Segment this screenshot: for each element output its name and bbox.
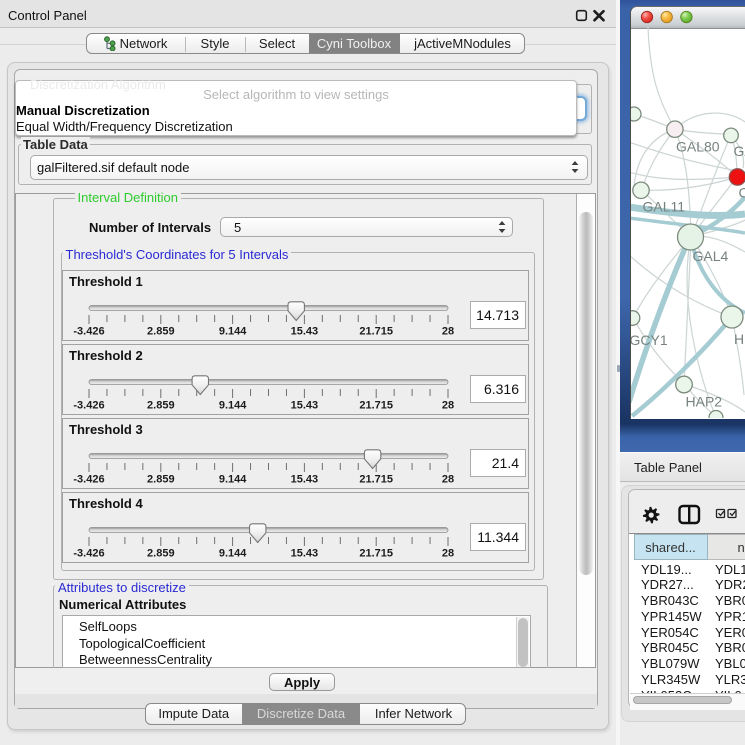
svg-text:2.859: 2.859	[147, 326, 175, 338]
svg-text:28: 28	[442, 474, 454, 486]
svg-text:GAL11: GAL11	[643, 199, 686, 215]
svg-text:28: 28	[442, 548, 454, 560]
svg-text:9.144: 9.144	[219, 474, 247, 486]
svg-text:GAL80: GAL80	[676, 139, 720, 155]
svg-text:C: C	[739, 185, 745, 201]
svg-text:2.859: 2.859	[147, 474, 175, 486]
svg-text:28: 28	[442, 400, 454, 412]
svg-text:15.43: 15.43	[291, 548, 319, 560]
svg-text:HAP2: HAP2	[686, 394, 723, 410]
svg-text:H: H	[734, 331, 744, 347]
svg-text:GCY1: GCY1	[631, 332, 668, 348]
svg-text:2.859: 2.859	[147, 400, 175, 412]
svg-text:9.144: 9.144	[219, 400, 247, 412]
svg-text:9.144: 9.144	[219, 548, 247, 560]
svg-text:-3.426: -3.426	[73, 400, 104, 412]
svg-text:-3.426: -3.426	[73, 326, 104, 338]
svg-text:21.715: 21.715	[359, 474, 393, 486]
svg-text:21.715: 21.715	[359, 548, 393, 560]
svg-text:2.859: 2.859	[147, 548, 175, 560]
svg-text:9.144: 9.144	[219, 326, 247, 338]
svg-text:21.715: 21.715	[359, 400, 393, 412]
svg-text:-3.426: -3.426	[73, 474, 104, 486]
svg-text:15.43: 15.43	[291, 326, 319, 338]
svg-text:21.715: 21.715	[359, 326, 393, 338]
svg-text:GA: GA	[734, 143, 745, 159]
svg-text:-3.426: -3.426	[73, 548, 104, 560]
svg-text:15.43: 15.43	[291, 474, 319, 486]
svg-text:15.43: 15.43	[291, 400, 319, 412]
svg-text:GAL4: GAL4	[693, 248, 729, 264]
svg-text:28: 28	[442, 326, 454, 338]
